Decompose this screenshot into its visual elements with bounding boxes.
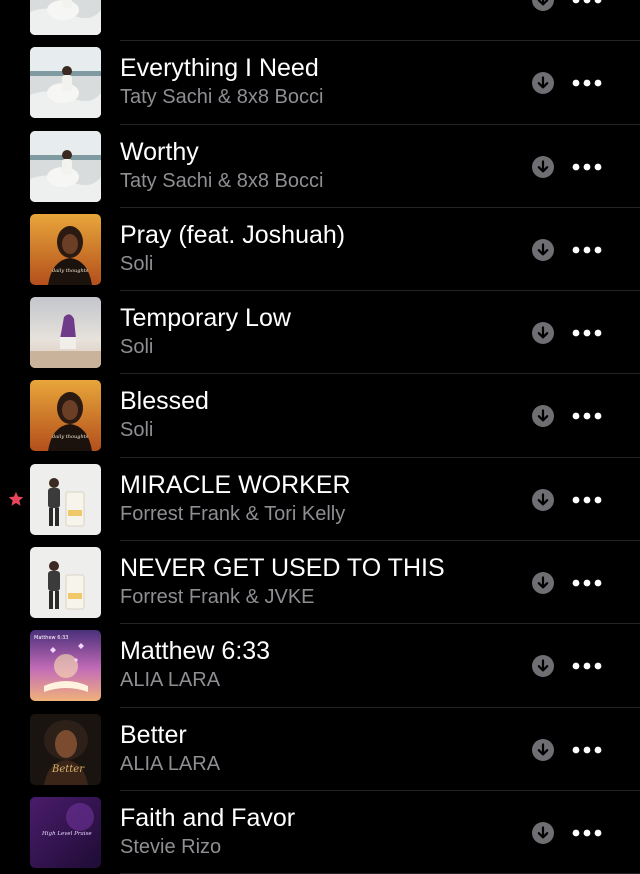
track-list: Taty Sachi — [0, 0, 640, 874]
track-row-8[interactable]: NEVER GET USED TO THIS Forrest Frank & J… — [0, 541, 640, 625]
track-artist: Forrest Frank & Tori Kelly — [120, 502, 346, 525]
track-info: Worthy Taty Sachi & 8x8 Bocci — [120, 137, 520, 195]
track-info: Better ALIA LARA — [120, 720, 520, 778]
svg-text:Matthew 6:33: Matthew 6:33 — [34, 635, 68, 641]
track-info: Faith and Favor Stevie Rizo — [120, 803, 520, 861]
track-title: Matthew 6:33 — [120, 637, 271, 666]
album-art: daily thoughts — [30, 380, 101, 452]
track-row-5[interactable]: Temporary Low Soli — [0, 291, 640, 375]
more-options-ellipsis-icon[interactable] — [572, 329, 602, 337]
track-row-1[interactable]: Taty Sachi — [0, 0, 640, 42]
more-options-ellipsis-icon[interactable] — [572, 0, 602, 4]
album-art: Better — [30, 713, 101, 785]
download-icon[interactable] — [532, 655, 554, 678]
track-info: Matthew 6:33 ALIA LARA — [120, 636, 520, 694]
track-artist: Taty Sachi & 8x8 Bocci — [120, 169, 324, 192]
track-info: Everything I Need Taty Sachi & 8x8 Bocci — [120, 53, 520, 111]
download-icon[interactable] — [532, 738, 554, 761]
more-options-ellipsis-icon[interactable] — [572, 829, 602, 837]
track-title: Blessed — [120, 387, 209, 416]
track-row-2[interactable]: Everything I Need Taty Sachi & 8x8 Bocci — [0, 41, 640, 125]
track-row-4[interactable]: daily thoughts Pray (feat. Joshuah) Soli — [0, 208, 640, 292]
more-options-ellipsis-icon[interactable] — [572, 79, 602, 87]
download-icon[interactable] — [532, 322, 554, 345]
download-icon[interactable] — [532, 72, 554, 95]
track-artist: Stevie Rizo — [120, 835, 222, 858]
album-art — [30, 297, 101, 369]
track-row-6[interactable]: daily thoughts Blessed Soli — [0, 374, 640, 458]
track-info: MIRACLE WORKER Forrest Frank & Tori Kell… — [120, 470, 520, 528]
track-artist: Forrest Frank & JVKE — [120, 586, 315, 609]
track-title: MIRACLE WORKER — [120, 470, 351, 499]
track-artist: ALIA LARA — [120, 669, 221, 692]
track-title: Worthy — [120, 137, 199, 166]
more-options-ellipsis-icon[interactable] — [572, 662, 602, 670]
track-row-3[interactable]: Worthy Taty Sachi & 8x8 Bocci — [0, 125, 640, 208]
track-info: NEVER GET USED TO THIS Forrest Frank & J… — [120, 553, 520, 611]
album-art: High Level Praise — [30, 796, 101, 868]
svg-text:daily thoughts: daily thoughts — [52, 434, 89, 440]
download-icon[interactable] — [532, 572, 554, 595]
track-title: Pray (feat. Joshuah) — [120, 220, 346, 249]
track-info: Temporary Low Soli — [120, 303, 520, 361]
more-options-ellipsis-icon[interactable] — [572, 746, 602, 754]
track-title: NEVER GET USED TO THIS — [120, 554, 445, 583]
more-options-ellipsis-icon[interactable] — [572, 412, 602, 420]
download-icon[interactable] — [532, 0, 554, 11]
more-options-ellipsis-icon[interactable] — [572, 579, 602, 587]
track-artist: Taty Sachi & 8x8 Bocci — [120, 86, 324, 109]
more-options-ellipsis-icon[interactable] — [572, 246, 602, 254]
track-title: Better — [120, 720, 187, 749]
favorite-star-icon — [8, 491, 24, 507]
album-art — [30, 463, 101, 535]
more-options-ellipsis-icon[interactable] — [572, 163, 602, 171]
track-artist: Soli — [120, 419, 154, 442]
download-icon[interactable] — [532, 238, 554, 261]
download-icon[interactable] — [532, 155, 554, 178]
track-row-10[interactable]: Better Better ALIA LARA — [0, 708, 640, 791]
svg-text:High Level Praise: High Level Praise — [41, 831, 92, 837]
album-art: daily thoughts — [30, 213, 101, 285]
album-art — [30, 0, 101, 35]
download-icon[interactable] — [532, 488, 554, 511]
track-row-11[interactable]: High Level Praise Faith and Favor Stevie… — [0, 791, 640, 874]
track-artist: ALIA LARA — [120, 752, 221, 775]
album-art — [30, 547, 101, 619]
more-options-ellipsis-icon[interactable] — [572, 496, 602, 504]
download-icon[interactable] — [532, 821, 554, 844]
album-art — [30, 130, 101, 202]
album-art — [30, 47, 101, 119]
album-art: Matthew 6:33 — [30, 630, 101, 702]
track-title: Everything I Need — [120, 54, 319, 83]
svg-text:Better: Better — [51, 764, 85, 775]
track-row-9[interactable]: Matthew 6:33 Matthew 6:33 ALIA LARA — [0, 624, 640, 708]
track-artist: Soli — [120, 336, 154, 359]
track-info: Blessed Soli — [120, 386, 520, 444]
track-info: Pray (feat. Joshuah) Soli — [120, 220, 520, 278]
track-row-7[interactable]: MIRACLE WORKER Forrest Frank & Tori Kell… — [0, 458, 640, 542]
track-artist: Soli — [120, 252, 154, 275]
svg-text:daily thoughts: daily thoughts — [52, 268, 89, 274]
download-icon[interactable] — [532, 405, 554, 428]
track-title: Faith and Favor — [120, 803, 296, 832]
track-title: Temporary Low — [120, 304, 291, 333]
